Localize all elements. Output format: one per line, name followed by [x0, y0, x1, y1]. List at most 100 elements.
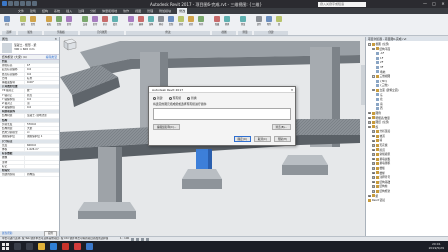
expand-icon[interactable]: + [372, 144, 375, 147]
ribbon-button[interactable]: 移动 [157, 16, 165, 26]
expand-icon[interactable]: + [372, 185, 375, 188]
minimize-button[interactable]: — [422, 1, 428, 7]
collapse-icon[interactable]: - [372, 88, 375, 92]
expand-icon[interactable]: + [372, 180, 375, 184]
ok-button[interactable]: 确定(O) [233, 136, 251, 142]
ribbon-tab[interactable]: 管理 [147, 9, 153, 13]
ribbon-button[interactable]: 阵列 [197, 16, 205, 26]
property-value[interactable]: 大梁 [24, 127, 59, 131]
ribbon-button[interactable]: 填色 [111, 16, 119, 26]
expand-icon[interactable]: + [372, 167, 375, 170]
footing[interactable] [78, 202, 136, 211]
property-value[interactable]: 0.0 [24, 97, 59, 101]
redo-icon[interactable] [26, 1, 31, 6]
ribbon-button[interactable]: 对齐 [127, 16, 135, 26]
revit-app-icon[interactable] [86, 243, 93, 250]
ribbon-button[interactable]: 部件 [255, 16, 263, 26]
ribbon-button[interactable]: 修剪 [187, 16, 195, 26]
ribbon-button[interactable]: 拆分 [101, 16, 109, 26]
ribbon-tab[interactable]: 文件 [18, 9, 24, 13]
property-value[interactable]: 钢筋保护层 1 [24, 135, 59, 139]
ribbon-tab[interactable]: 系统 [54, 9, 60, 13]
property-value[interactable]: 6000.0 [24, 143, 59, 147]
expand-icon[interactable]: + [372, 139, 375, 142]
ribbon-button[interactable]: 连接 [81, 16, 89, 26]
ribbon-tab[interactable]: 视图 [135, 9, 141, 13]
edit-group-name-button[interactable]: 编辑组名称(C)... [153, 124, 181, 130]
ribbon-tab[interactable]: 协作 [123, 9, 129, 13]
browser-icon[interactable] [50, 243, 57, 250]
collapse-icon[interactable]: - [368, 125, 371, 129]
collapse-icon[interactable]: - [368, 43, 371, 46]
ribbon-tab[interactable]: 注释 [78, 9, 84, 13]
tree-node[interactable]: Revit 链接 [368, 198, 448, 203]
ribbon-tab[interactable]: 体量和场地 [102, 9, 117, 13]
collapse-icon[interactable]: - [372, 75, 375, 78]
viewcube-icon[interactable] [60, 37, 78, 51]
column[interactable] [98, 147, 116, 202]
expand-icon[interactable]: + [372, 134, 375, 138]
ribbon-tab[interactable]: 结构 [42, 9, 48, 13]
close-icon[interactable]: ✕ [54, 37, 57, 41]
file-explorer-icon[interactable] [38, 243, 45, 250]
close-button[interactable]: ✕ [440, 1, 446, 7]
ribbon-button[interactable]: 测量 [239, 16, 247, 26]
ribbon-button[interactable]: 修改 [3, 16, 11, 26]
expand-icon[interactable]: + [372, 176, 375, 179]
recorder-app-icon[interactable] [74, 243, 81, 250]
property-value[interactable]: ☑ [24, 131, 59, 135]
property-value[interactable]: 0.00° [24, 80, 59, 85]
property-value[interactable]: 统一 [24, 89, 59, 93]
ribbon-button[interactable]: 偏移 [137, 16, 145, 26]
expand-icon[interactable]: + [372, 130, 375, 133]
ribbon-tab[interactable]: 建筑 [30, 9, 36, 13]
property-value[interactable]: 顶 [24, 101, 59, 106]
property-row[interactable]: 创建的阶段 新构造 [0, 173, 59, 178]
media-app-icon[interactable] [62, 243, 69, 250]
group-name-field[interactable] [153, 108, 291, 120]
property-value[interactable]: 0.0 [24, 72, 59, 76]
property-value[interactable] [24, 164, 59, 168]
expand-icon[interactable]: + [368, 116, 371, 119]
search-icon[interactable] [14, 243, 21, 250]
property-value[interactable]: 原点 [24, 93, 59, 97]
selected-column[interactable] [196, 149, 208, 169]
ribbon-button[interactable]: 属性 [19, 16, 27, 26]
expand-icon[interactable]: + [372, 148, 375, 152]
expand-icon[interactable]: + [368, 121, 371, 124]
type-selector[interactable]: 混凝土 - 矩形 - 梁 300 x 600 mm [0, 41, 59, 55]
radio-new[interactable]: 新建 [153, 96, 163, 100]
expand-icon[interactable]: + [372, 162, 375, 165]
property-value[interactable]: 1.026 m³ [24, 147, 59, 152]
radio-replace[interactable]: 替换 [187, 96, 197, 100]
search-input[interactable]: 键入关键字或短语 [318, 1, 366, 7]
footing[interactable] [282, 155, 328, 165]
ribbon-button[interactable]: 粘贴 [45, 16, 53, 26]
expand-icon[interactable]: + [372, 171, 375, 175]
undo-icon[interactable] [20, 1, 25, 6]
save-icon[interactable] [14, 1, 19, 6]
cancel-button[interactable]: 取消(C) [253, 136, 271, 142]
radio-existing[interactable]: 现有组 [168, 96, 181, 100]
ribbon-button[interactable]: 镜像 [147, 16, 155, 26]
property-value[interactable]: 新构造 [24, 173, 59, 177]
property-value[interactable] [24, 156, 59, 160]
revit-logo-icon[interactable] [2, 1, 7, 6]
windows-start-icon[interactable] [2, 243, 9, 250]
ribbon-tab[interactable]: 插入 [66, 9, 72, 13]
expand-icon[interactable]: + [372, 157, 375, 161]
expand-icon[interactable]: + [368, 111, 371, 115]
print-icon[interactable] [32, 1, 37, 6]
browse-button[interactable]: 浏览(B)... [271, 124, 291, 130]
property-value[interactable]: 混凝土, 现场浇注 [24, 114, 59, 118]
ribbon-button[interactable]: 组 [275, 16, 283, 26]
ribbon-button[interactable]: 类型 [29, 16, 37, 26]
ribbon-button[interactable]: 零件 [265, 16, 273, 26]
property-value[interactable]: 0.0 [24, 106, 59, 110]
property-value[interactable]: 1F [24, 64, 59, 68]
dialog-close-icon[interactable]: ✕ [289, 87, 295, 92]
open-icon[interactable] [8, 1, 13, 6]
ribbon-button[interactable]: 替换 [223, 16, 231, 26]
ribbon-button[interactable]: 复制 [55, 16, 63, 26]
collapse-icon[interactable]: - [372, 47, 375, 50]
